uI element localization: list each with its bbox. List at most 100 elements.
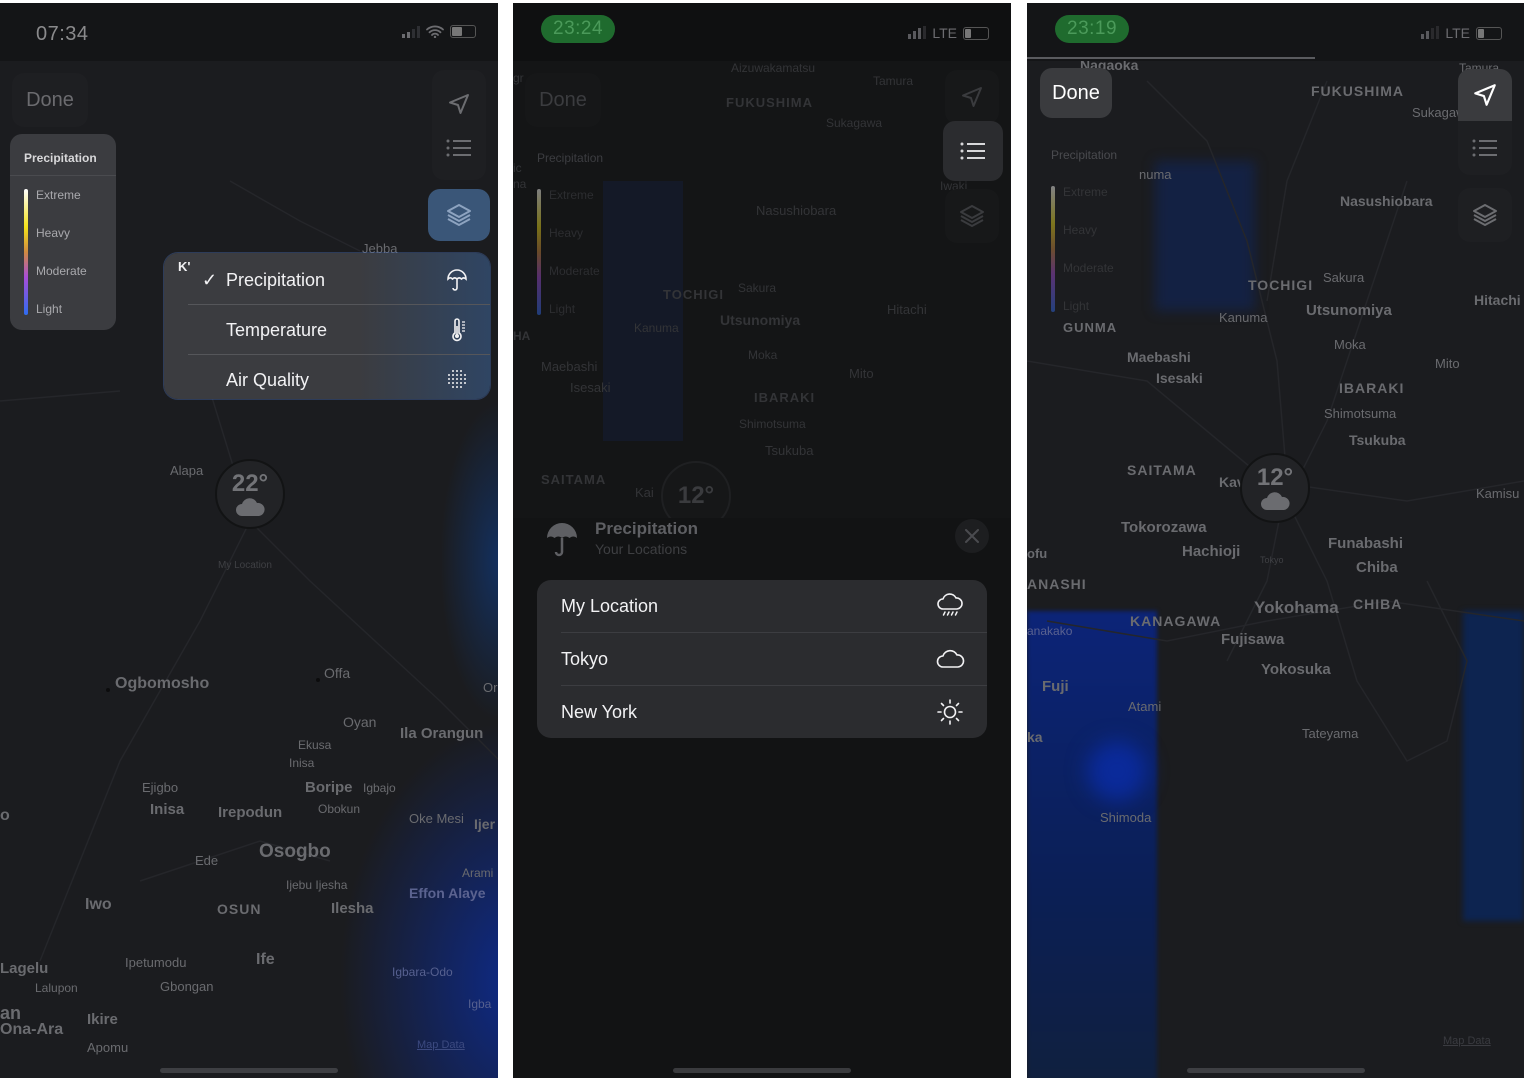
map-label: Kamisu	[1476, 486, 1520, 501]
thermometer-icon	[452, 318, 465, 342]
map-label: Lagelu	[0, 960, 49, 977]
pin-label: My Location	[218, 560, 272, 571]
status-indicators	[402, 25, 476, 38]
locations-list-button[interactable]	[943, 121, 1003, 181]
list-icon	[1472, 139, 1497, 157]
pin-temperature: 22°	[231, 470, 269, 497]
map-label: Ejigbo	[142, 780, 179, 795]
location-name: My Location	[561, 596, 659, 616]
location-row-tokyo[interactable]: Tokyo	[537, 633, 987, 686]
location-name: New York	[561, 702, 638, 722]
map-label: Boripe	[305, 779, 353, 796]
status-time: 23:24	[541, 15, 616, 43]
precipitation-legend: Precipitation Extreme Heavy Moderate Lig…	[10, 134, 116, 330]
menu-item-label: Air Quality	[226, 369, 310, 390]
map-label: Ona-Ara	[0, 1021, 64, 1038]
map-label: Gbongan	[160, 979, 214, 994]
map-label: Lalupon	[35, 981, 78, 995]
map-label: Kai	[635, 485, 654, 500]
air-quality-dots-icon	[448, 370, 466, 388]
status-time: 23:19	[1055, 15, 1130, 43]
location-row-new-york[interactable]: New York	[537, 686, 987, 739]
list-icon	[960, 142, 985, 160]
legend-gradient-bar	[537, 189, 541, 315]
map-label: Isesaki	[570, 380, 611, 395]
map-label: Nasushiobara	[1340, 193, 1433, 209]
map-label: Ede	[195, 853, 219, 868]
pin-label: Tokyo	[1260, 555, 1284, 565]
menu-item-label: Precipitation	[226, 269, 326, 290]
legend-level: Moderate	[36, 264, 87, 278]
home-indicator[interactable]	[673, 1068, 851, 1073]
precipitation-legend: Precipitation Extreme Heavy Moderate Lig…	[523, 134, 629, 330]
map-label: Yokosuka	[1261, 661, 1331, 678]
map-label: Atami	[1128, 699, 1162, 714]
layers-button[interactable]	[945, 189, 999, 243]
cloud-icon	[236, 498, 265, 516]
network-type: LTE	[1445, 25, 1470, 41]
map-label: Ijer	[474, 816, 496, 832]
done-button[interactable]: Done	[1040, 68, 1112, 118]
map-label: TOCHIGI	[1248, 277, 1314, 293]
legend-level: Heavy	[36, 226, 71, 240]
location-arrow-icon	[1474, 84, 1496, 106]
map-label: Offa	[324, 665, 351, 681]
done-button[interactable]: Done	[12, 73, 88, 127]
map-label: SAITAMA	[541, 472, 607, 487]
layers-button[interactable]	[428, 189, 490, 241]
map-label: HA	[513, 329, 531, 343]
battery-icon	[450, 25, 476, 38]
cloud-icon	[936, 649, 965, 668]
map-label: ANASHI	[1027, 576, 1087, 592]
layers-icon	[960, 205, 984, 227]
menu-item-precipitation[interactable]: ✓ Precipitation	[164, 255, 490, 305]
map-label: gr	[513, 71, 524, 85]
list-icon[interactable]	[446, 138, 472, 158]
map-label: Chiba	[1356, 559, 1398, 576]
legend-gradient-bar	[1051, 186, 1055, 312]
close-icon	[965, 529, 979, 543]
cloud-rain-icon	[937, 593, 963, 616]
map-label: Sakura	[1323, 270, 1365, 285]
done-button[interactable]: Done	[525, 73, 601, 127]
close-button[interactable]	[955, 519, 989, 553]
menu-item-temperature[interactable]: Temperature	[164, 305, 490, 355]
location-button[interactable]	[1458, 69, 1512, 121]
precipitation-legend: Precipitation Extreme Heavy Moderate Lig…	[1037, 131, 1143, 327]
legend-level: Extreme	[36, 188, 81, 202]
map-label: Shimotsuma	[739, 417, 806, 431]
location-pin-my-location[interactable]: 22°	[215, 459, 285, 529]
pin-temperature: 12°	[1256, 464, 1294, 491]
map-label: Fujisawa	[1221, 631, 1285, 648]
map-controls-group	[432, 70, 486, 180]
map-label: Hitachi	[1474, 292, 1521, 308]
map-label: Shimotsuma	[1324, 406, 1397, 421]
locations-list-button[interactable]	[1458, 121, 1512, 175]
map-data-link[interactable]: Map Data	[1443, 1035, 1491, 1047]
home-indicator[interactable]	[160, 1068, 338, 1073]
legend-title: Precipitation	[537, 151, 604, 165]
location-row-my-location[interactable]: My Location	[537, 580, 987, 633]
location-pin-tokyo[interactable]: 12°	[1240, 453, 1310, 523]
map-label: Igbajo	[363, 781, 396, 795]
layer-menu: K' ✓ Precipitation Temperature Air Quali…	[164, 253, 490, 399]
map-label: Arami	[462, 866, 494, 880]
menu-item-air-quality[interactable]: Air Quality	[164, 355, 490, 405]
layers-button[interactable]	[1458, 188, 1512, 242]
map-label: Sukagawa	[826, 116, 883, 130]
legend-level: Light	[36, 302, 63, 316]
map-label: o	[0, 807, 10, 824]
battery-icon	[963, 26, 989, 40]
map-label: IBARAKI	[754, 390, 816, 405]
legend-level: Light	[1063, 299, 1090, 313]
phone-screen-layer-menu: 07:34 Ogbomosho Offa Alapa Jebba Oyan Il…	[0, 3, 498, 1078]
location-button[interactable]	[945, 70, 999, 124]
legend-level: Extreme	[1063, 185, 1108, 199]
map-label: Nasushiobara	[756, 203, 837, 218]
status-bar: 23:24 LTE	[513, 3, 1011, 61]
location-arrow-icon	[962, 87, 982, 107]
map-data-link[interactable]: Map Data	[417, 1039, 465, 1051]
location-arrow-icon[interactable]	[447, 92, 471, 116]
map-label: Or	[483, 680, 498, 695]
home-indicator[interactable]	[1186, 1068, 1365, 1073]
